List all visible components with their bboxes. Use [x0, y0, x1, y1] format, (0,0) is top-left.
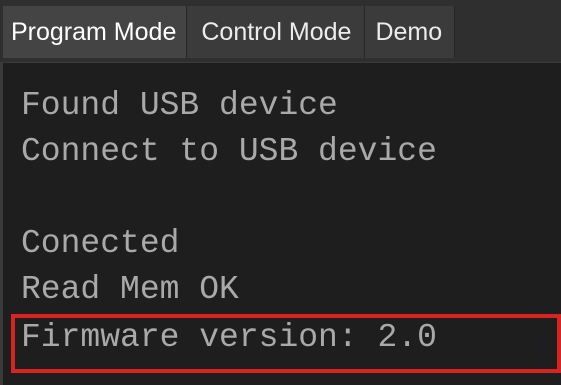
- tab-demo[interactable]: Demo: [365, 6, 456, 58]
- app-window: Program Mode Control Mode Demo Found USB…: [0, 0, 561, 385]
- firmware-version-highlight-box: [11, 314, 561, 373]
- console-line-read-mem: Read Mem OK: [21, 271, 239, 308]
- console-line-connected: Conected: [21, 225, 180, 262]
- console-line-connect-usb: Connect to USB device: [21, 133, 437, 170]
- tab-bar: Program Mode Control Mode Demo: [0, 0, 561, 63]
- console-output: Found USB device Connect to USB device C…: [0, 63, 561, 385]
- tab-list: Program Mode Control Mode Demo: [3, 6, 456, 58]
- tab-program-mode[interactable]: Program Mode: [3, 6, 188, 58]
- console-line-found-usb: Found USB device: [21, 87, 338, 124]
- tab-control-mode[interactable]: Control Mode: [187, 6, 366, 58]
